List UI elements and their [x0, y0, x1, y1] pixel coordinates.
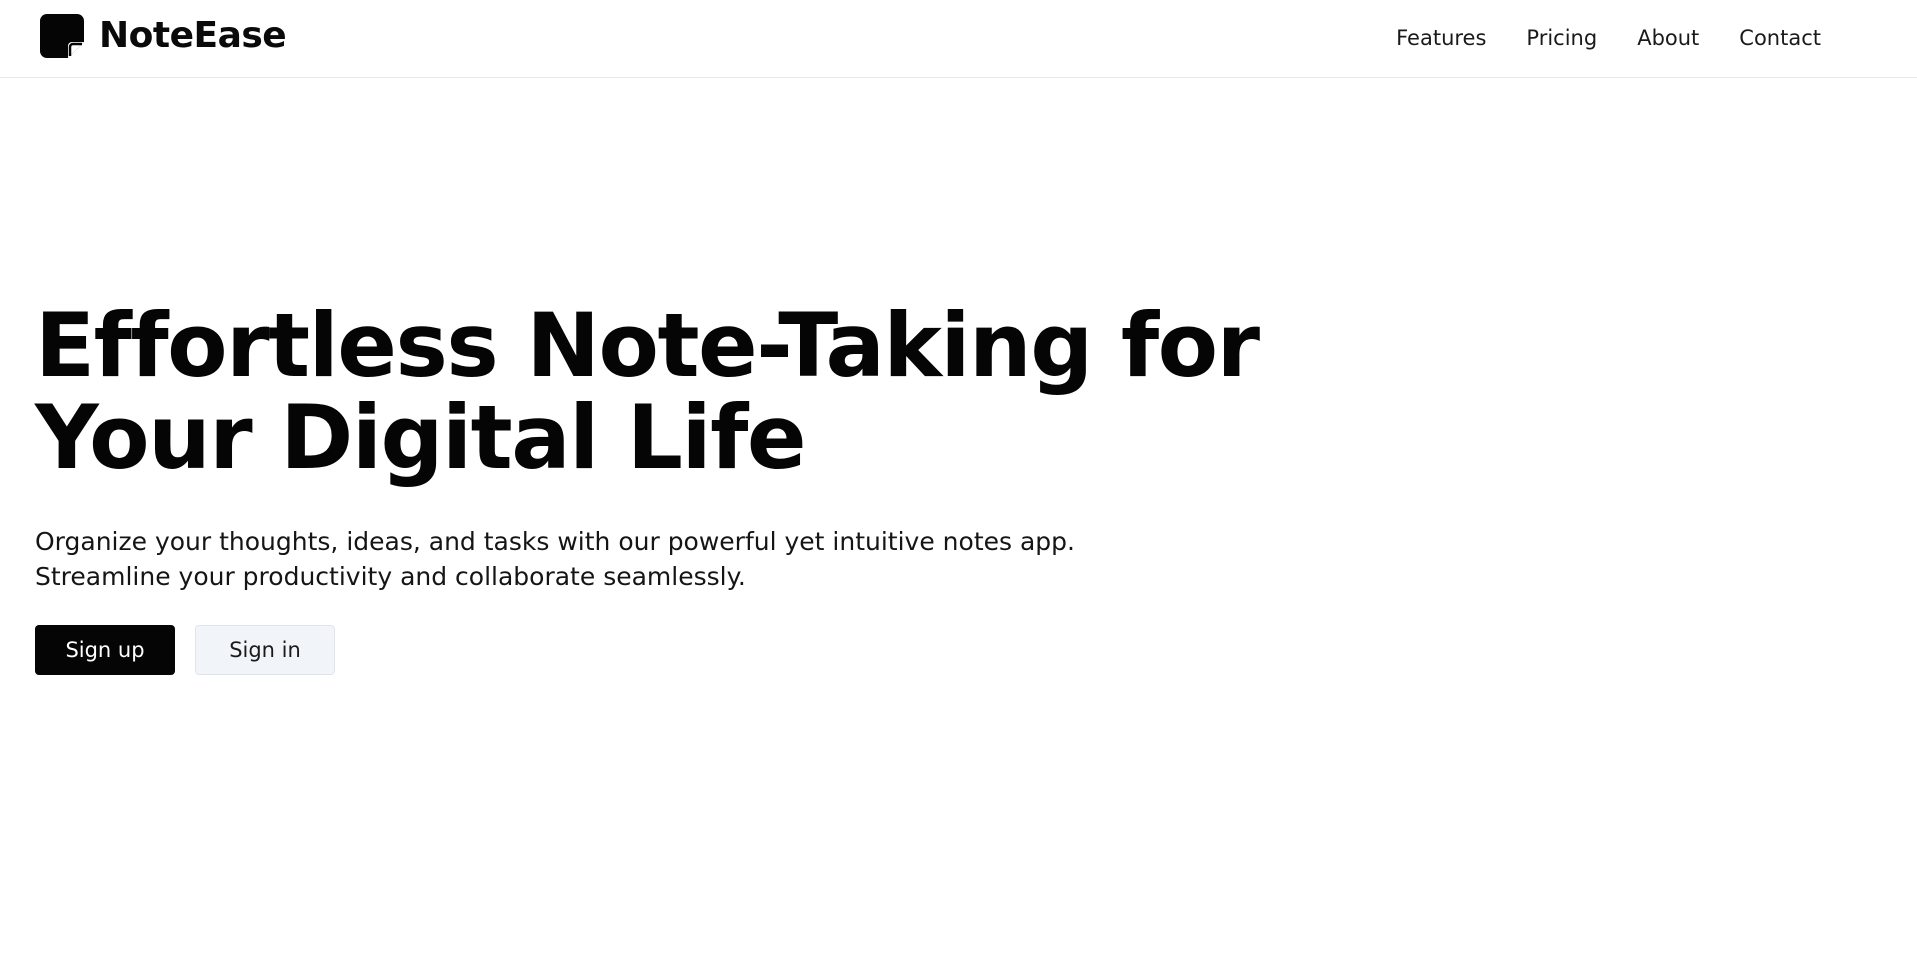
sign-up-button[interactable]: Sign up [35, 625, 175, 675]
hero-subtitle: Organize your thoughts, ideas, and tasks… [35, 524, 1235, 594]
brand-link[interactable]: NoteEase [39, 13, 287, 59]
hero-actions: Sign up Sign in [35, 625, 1335, 675]
hero-section: Effortless Note-Taking for Your Digital … [35, 300, 1335, 675]
sticky-note-icon [40, 14, 84, 58]
hero-subtitle-line-1: Organize your thoughts, ideas, and tasks… [35, 527, 1075, 556]
nav-link-pricing[interactable]: Pricing [1526, 23, 1597, 53]
site-header: NoteEase Features Pricing About Contact [0, 0, 1917, 78]
hero-subtitle-line-2: Streamline your productivity and collabo… [35, 562, 746, 591]
nav-link-features[interactable]: Features [1396, 23, 1486, 53]
hero-title: Effortless Note-Taking for Your Digital … [35, 294, 1260, 489]
sign-in-button[interactable]: Sign in [195, 625, 335, 675]
brand-name: NoteEase [99, 15, 287, 56]
nav-link-contact[interactable]: Contact [1739, 23, 1821, 53]
nav-link-about[interactable]: About [1637, 23, 1699, 53]
main-nav: Features Pricing About Contact [1396, 23, 1821, 53]
